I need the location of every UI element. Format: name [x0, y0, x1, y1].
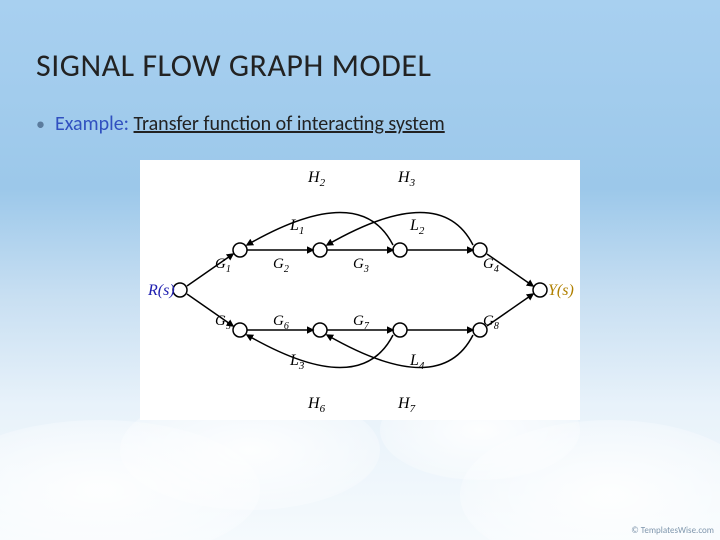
bullet-dot-icon: • [36, 115, 45, 133]
g-bot-1: G [215, 313, 226, 329]
svg-text:L3: L3 [289, 352, 305, 372]
input-label: R(s) [147, 282, 175, 299]
g-top-3: G [353, 256, 364, 272]
l-top-2: L [409, 217, 419, 234]
g-bot-2: G [273, 313, 284, 329]
l-bot-1: L [289, 352, 299, 369]
svg-text:H7: H7 [397, 395, 416, 415]
signal-flow-diagram: R(s) Y(s) H2 H3 L1 L2 G1 G2 G3 G4 G5 G6 … [140, 160, 580, 420]
bullet-row: • Example: Transfer function of interact… [36, 112, 445, 136]
slide-title: SIGNAL FLOW GRAPH MODEL [36, 46, 431, 85]
svg-text:H2: H2 [307, 169, 326, 189]
bullet-label: Example: [55, 112, 129, 136]
svg-text:L4: L4 [409, 352, 425, 372]
svg-text:G1: G1 [215, 256, 231, 275]
svg-text:H6: H6 [307, 395, 326, 415]
svg-text:G3: G3 [353, 256, 369, 275]
slide: SIGNAL FLOW GRAPH MODEL • Example: Trans… [0, 0, 720, 540]
watermark: © TemplatesWise.com [631, 525, 714, 536]
l-bot-2: L [409, 352, 419, 369]
g-top-2: G [273, 256, 284, 272]
l-top-1: L [289, 217, 299, 234]
svg-text:H3: H3 [397, 169, 416, 189]
svg-text:G5: G5 [215, 313, 231, 332]
output-label: Y(s) [548, 282, 574, 299]
svg-text:G7: G7 [353, 313, 370, 332]
bullet-text: Transfer function of interacting system [134, 112, 445, 136]
g-top-1: G [215, 256, 226, 272]
svg-text:G4: G4 [483, 256, 499, 275]
svg-text:L2: L2 [409, 217, 425, 237]
g-top-4: G [483, 256, 494, 272]
g-bot-3: G [353, 313, 364, 329]
svg-text:G2: G2 [273, 256, 289, 275]
g-bot-4: G [483, 313, 494, 329]
svg-text:G6: G6 [273, 313, 289, 332]
